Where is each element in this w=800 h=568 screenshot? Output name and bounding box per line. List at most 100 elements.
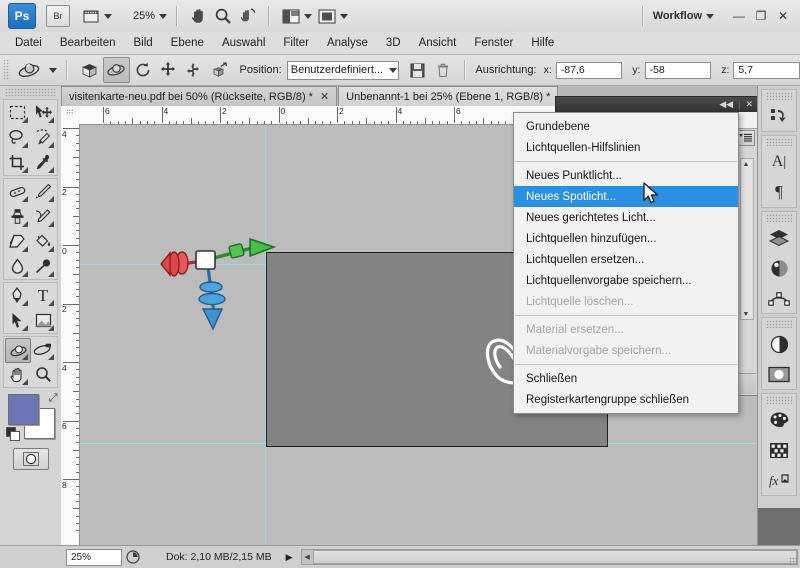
menu-item[interactable]: Neues Spotlicht... (514, 186, 738, 207)
quick-mask-icon[interactable] (12, 448, 49, 470)
close-icon[interactable]: ✕ (320, 90, 329, 103)
3d-roll-tool-button[interactable] (130, 58, 155, 82)
eraser-tool[interactable] (4, 229, 30, 254)
zoom-icon[interactable] (211, 4, 235, 28)
healing-brush-tool[interactable] (4, 179, 30, 204)
active-tool-3d-orbit-icon[interactable] (14, 58, 45, 82)
eyedropper-tool[interactable] (30, 150, 56, 175)
masks-icon[interactable] (762, 359, 796, 389)
ruler-corner[interactable] (61, 106, 80, 125)
marquee-tool[interactable] (4, 100, 30, 125)
clone-stamp-tool[interactable] (4, 204, 30, 229)
menu-item[interactable]: Grundebene (514, 116, 738, 137)
scrollbar-thumb[interactable] (312, 550, 797, 564)
brush-tool[interactable] (30, 179, 56, 204)
horizontal-scrollbar[interactable]: ◀ (300, 549, 798, 565)
color-swatches-icon[interactable] (762, 405, 796, 435)
type-tool[interactable]: T (30, 283, 56, 308)
minimize-button[interactable]: — (728, 6, 750, 26)
position-preset-dropdown[interactable]: Benutzerdefiniert... (286, 60, 399, 80)
resize-grip[interactable] (789, 557, 798, 566)
swatches-grid-icon[interactable] (762, 435, 796, 465)
arrange-documents-icon[interactable] (315, 4, 351, 28)
view-extras-icon[interactable] (80, 4, 115, 28)
history-brush-tool[interactable] (30, 204, 56, 229)
menu-item[interactable]: Lichtquellen-Hilfslinien (514, 137, 738, 158)
3d-object-cube-icon[interactable] (77, 58, 102, 82)
y-value-field[interactable]: -58 (644, 61, 712, 79)
chevron-down-icon[interactable] (49, 67, 58, 73)
quick-selection-tool[interactable] (30, 125, 56, 150)
vertical-ruler[interactable]: 4 2 0 2 4 6 8 (61, 124, 80, 546)
3d-orbit-tool[interactable] (4, 337, 31, 363)
panel-close-icon[interactable]: ✕ (745, 99, 753, 110)
menu-item[interactable]: Lichtquellenvorgabe speichern... (514, 270, 738, 291)
scroll-down-icon[interactable]: ▼ (741, 309, 751, 319)
default-colors-icon[interactable] (5, 427, 20, 441)
dodge-tool[interactable] (30, 254, 56, 279)
3d-scale-tool-button[interactable] (206, 58, 231, 82)
menu-fenster[interactable]: Fenster (465, 35, 522, 51)
z-value-field[interactable]: 5,7 (733, 61, 800, 79)
menu-ebene[interactable]: Ebene (162, 35, 213, 51)
foreground-color-swatch[interactable] (7, 394, 39, 425)
status-zoom-field[interactable]: 25% (66, 548, 122, 566)
pen-tool[interactable] (4, 283, 30, 308)
menu-datei[interactable]: Datei (6, 35, 51, 51)
menu-item[interactable]: Neues gerichtetes Licht... (514, 207, 738, 228)
move-tool[interactable] (30, 100, 56, 125)
swap-colors-icon[interactable]: ⤢ (49, 392, 58, 405)
panel-title-bar[interactable]: ◀◀ | ✕ (555, 96, 758, 113)
3d-slide-tool-button[interactable] (181, 58, 206, 82)
save-icon[interactable] (405, 58, 430, 82)
styles-fx-icon[interactable]: fx (762, 465, 796, 495)
shape-tool[interactable] (30, 308, 56, 333)
history-icon[interactable] (762, 101, 796, 131)
toolbox-grip[interactable] (5, 88, 56, 97)
hand-icon[interactable] (187, 4, 211, 28)
rotate-view-icon[interactable] (235, 4, 259, 28)
menu-item[interactable]: Lichtquellen hinzufügen... (514, 228, 738, 249)
menu-auswahl[interactable]: Auswahl (213, 35, 274, 51)
zoom-tool[interactable] (30, 362, 56, 387)
adjustments-icon[interactable] (762, 329, 796, 359)
menu-item[interactable]: Lichtquellen ersetzen... (514, 249, 738, 270)
layers-icon[interactable] (762, 223, 796, 253)
3d-orbit-tool-button[interactable] (102, 57, 130, 83)
path-selection-tool[interactable] (4, 308, 30, 333)
panel-scrollbar[interactable]: ▲ ▼ (740, 158, 754, 320)
3d-pan-tool-button[interactable] (155, 58, 180, 82)
3d-icon[interactable] (762, 253, 796, 283)
panel-collapse-icon[interactable]: ◀◀ (719, 99, 733, 110)
menu-hilfe[interactable]: Hilfe (522, 35, 563, 51)
restore-button[interactable]: ❐ (750, 6, 772, 26)
scroll-up-icon[interactable]: ▲ (741, 159, 751, 169)
x-value-field[interactable]: -87,6 (555, 61, 623, 79)
scroll-left-icon[interactable]: ◀ (302, 553, 313, 561)
menu-analyse[interactable]: Analyse (318, 35, 377, 51)
paragraph-icon[interactable]: ¶ (762, 177, 796, 207)
timing-icon[interactable] (122, 550, 144, 564)
hand-tool[interactable] (4, 362, 30, 387)
3d-axis-widget[interactable] (152, 221, 284, 331)
menu-item[interactable]: Schließen (514, 368, 738, 389)
options-bar-grip[interactable] (3, 59, 10, 81)
menu-ansicht[interactable]: Ansicht (410, 35, 466, 51)
lasso-tool[interactable] (4, 125, 30, 150)
paint-bucket-tool[interactable] (30, 229, 56, 254)
workspace-switcher[interactable]: Workflow (653, 10, 714, 22)
screen-mode-icon[interactable] (279, 4, 315, 28)
trash-icon[interactable] (430, 58, 455, 82)
zoom-level-control[interactable]: 25% (133, 10, 168, 22)
crop-tool[interactable] (4, 150, 30, 175)
menu-bearbeiten[interactable]: Bearbeiten (51, 35, 125, 51)
document-tab-visitenkarte[interactable]: visitenkarte-neu.pdf bei 50% (Rückseite,… (61, 86, 338, 106)
menu-3d[interactable]: 3D (377, 35, 410, 51)
menu-bild[interactable]: Bild (124, 35, 161, 51)
bridge-icon[interactable]: Br (46, 5, 70, 27)
character-icon[interactable]: A| (762, 147, 796, 177)
paths-icon[interactable] (762, 283, 796, 313)
menu-filter[interactable]: Filter (274, 35, 318, 51)
menu-item[interactable]: Neues Punktlicht... (514, 165, 738, 186)
status-expand-arrow[interactable]: ▶ (286, 552, 293, 563)
